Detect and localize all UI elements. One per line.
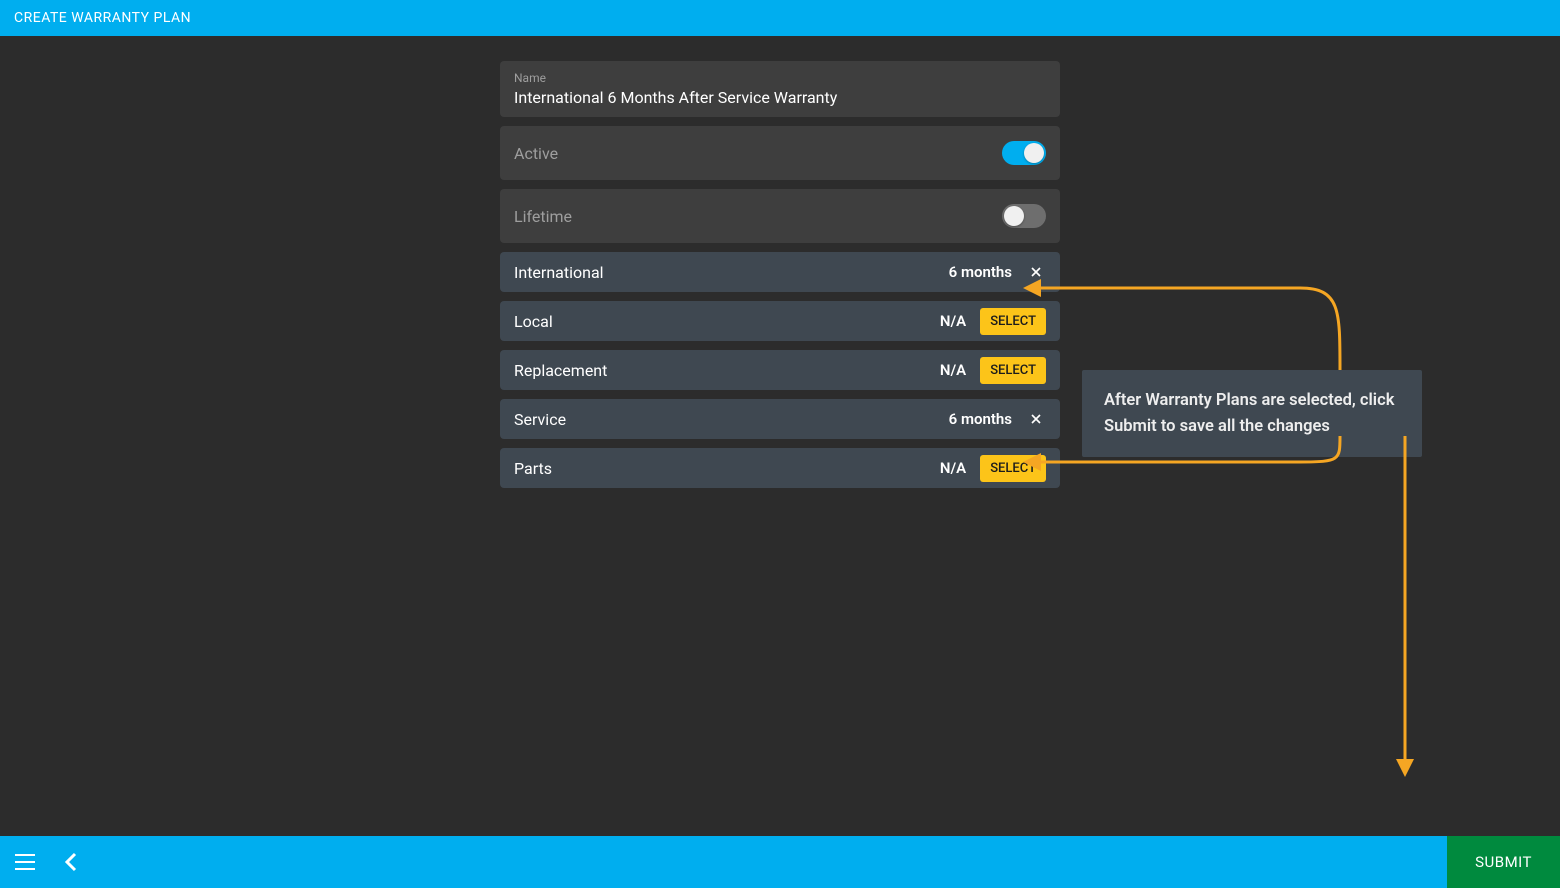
bottom-left	[0, 852, 78, 872]
row-value: N/A	[940, 361, 966, 379]
row-value: N/A	[940, 312, 966, 330]
lifetime-toggle[interactable]	[1002, 204, 1046, 228]
row-label: Parts	[514, 459, 552, 478]
select-button[interactable]: SELECT	[980, 357, 1046, 384]
select-button[interactable]: SELECT	[980, 455, 1046, 482]
row-local[interactable]: Local N/A SELECT	[500, 301, 1060, 341]
row-replacement[interactable]: Replacement N/A SELECT	[500, 350, 1060, 390]
page-title: CREATE WARRANTY PLAN	[14, 10, 191, 26]
row-right: 6 months	[949, 262, 1046, 282]
name-label: Name	[514, 71, 1046, 85]
row-value: 6 months	[949, 263, 1012, 281]
back-icon[interactable]	[64, 852, 78, 872]
row-right: N/A SELECT	[940, 308, 1046, 335]
select-button[interactable]: SELECT	[980, 308, 1046, 335]
lifetime-label: Lifetime	[514, 207, 572, 226]
row-parts[interactable]: Parts N/A SELECT	[500, 448, 1060, 488]
top-bar: CREATE WARRANTY PLAN	[0, 0, 1560, 36]
active-label: Active	[514, 144, 558, 163]
bottom-bar: SUBMIT	[0, 836, 1560, 888]
row-right: N/A SELECT	[940, 357, 1046, 384]
row-label: Service	[514, 410, 566, 429]
row-service[interactable]: Service 6 months	[500, 399, 1060, 439]
callout-box: After Warranty Plans are selected, click…	[1082, 370, 1422, 457]
toggle-knob	[1024, 143, 1044, 163]
active-toggle-row: Active	[500, 126, 1060, 180]
row-label: Local	[514, 312, 553, 331]
row-value: N/A	[940, 459, 966, 477]
lifetime-toggle-row: Lifetime	[500, 189, 1060, 243]
callout-text: After Warranty Plans are selected, click…	[1104, 391, 1394, 436]
row-value: 6 months	[949, 410, 1012, 428]
row-international[interactable]: International 6 months	[500, 252, 1060, 292]
menu-icon[interactable]	[14, 853, 36, 871]
close-icon[interactable]	[1026, 262, 1046, 282]
row-right: N/A SELECT	[940, 455, 1046, 482]
name-value: International 6 Months After Service War…	[514, 88, 1046, 107]
close-icon[interactable]	[1026, 409, 1046, 429]
submit-button[interactable]: SUBMIT	[1447, 836, 1560, 888]
active-toggle[interactable]	[1002, 141, 1046, 165]
row-right: 6 months	[949, 409, 1046, 429]
row-label: Replacement	[514, 361, 607, 380]
form-panel: Name International 6 Months After Servic…	[500, 61, 1060, 497]
row-label: International	[514, 263, 604, 282]
name-field[interactable]: Name International 6 Months After Servic…	[500, 61, 1060, 117]
toggle-knob	[1004, 206, 1024, 226]
